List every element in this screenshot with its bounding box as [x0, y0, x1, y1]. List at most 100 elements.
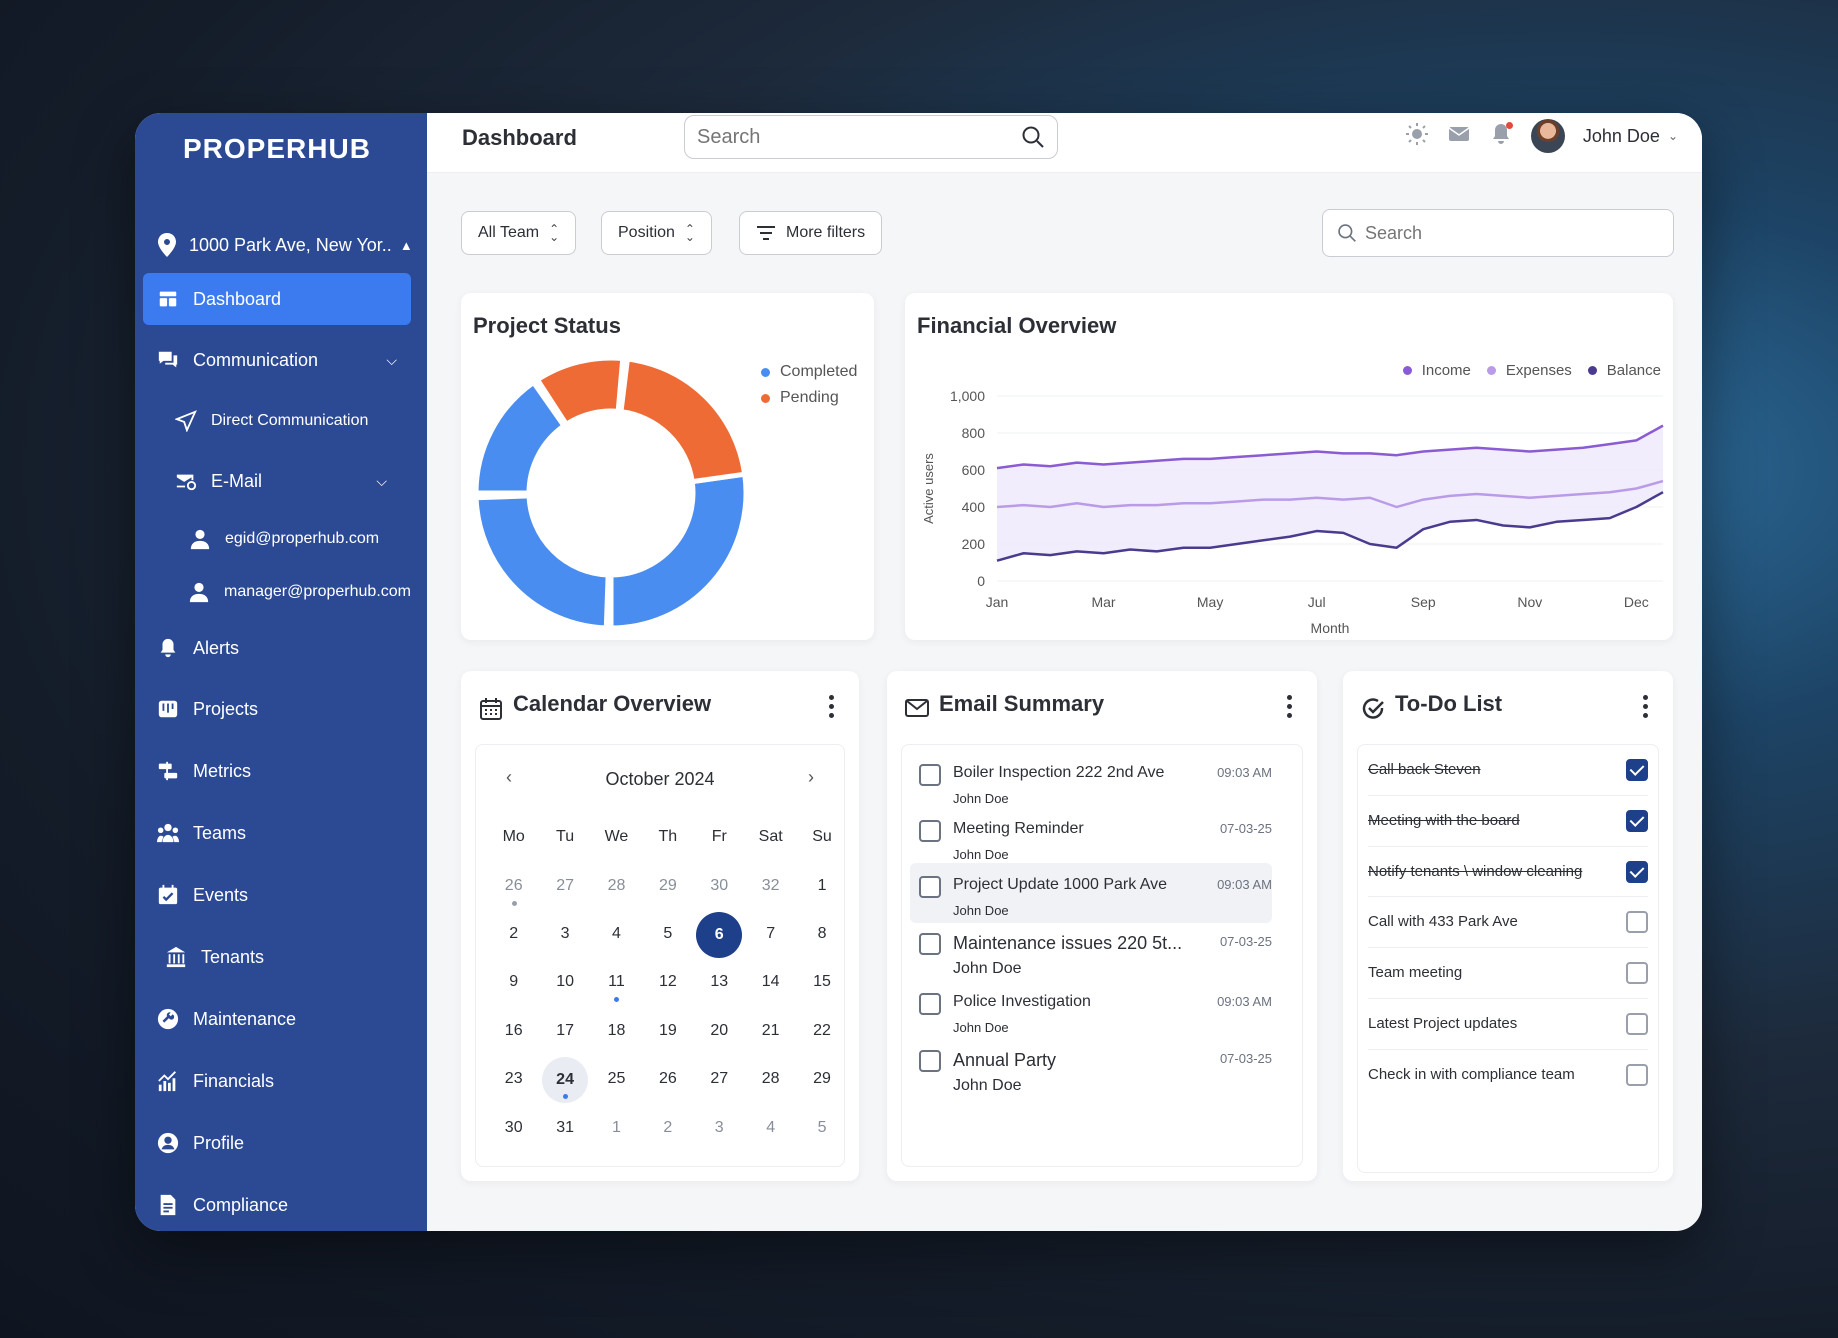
sidebar-item-mailbox-manager[interactable]: manager@properhub.com — [143, 566, 411, 618]
sidebar-item-projects[interactable]: Projects — [143, 683, 411, 735]
todo-checkbox[interactable] — [1626, 1013, 1648, 1035]
email-checkbox[interactable] — [919, 764, 941, 786]
calendar-day[interactable]: 28 — [591, 864, 642, 908]
calendar-day[interactable]: 12 — [642, 960, 693, 1004]
calendar-day[interactable]: 3 — [539, 912, 590, 956]
todo-checkbox[interactable] — [1626, 759, 1648, 781]
sidebar-item-email[interactable]: E-Mail ⌵ — [143, 455, 411, 507]
calendar-day[interactable]: 25 — [591, 1057, 642, 1101]
more-filters-button[interactable]: More filters — [739, 211, 883, 255]
sidebar-item-communication[interactable]: Communication ⌵ — [143, 334, 411, 386]
calendar-day[interactable]: 27 — [694, 1057, 745, 1101]
sidebar-item-tenants[interactable]: Tenants — [143, 931, 411, 983]
sun-icon[interactable] — [1405, 122, 1429, 151]
sidebar-item-maintenance[interactable]: Maintenance — [143, 993, 411, 1045]
email-list-item[interactable]: Annual Party John Doe 07-03-25 — [910, 1037, 1272, 1097]
location-selector[interactable]: 1000 Park Ave, New Yor.. ▲ — [157, 233, 413, 257]
calendar-day[interactable]: 17 — [539, 1009, 590, 1053]
calendar-day[interactable]: 5 — [796, 1106, 847, 1150]
email-list-item[interactable]: Project Update 1000 Park Ave John Doe 09:0… — [910, 863, 1272, 923]
todo-checkbox[interactable] — [1626, 962, 1648, 985]
email-checkbox[interactable] — [919, 993, 941, 1015]
todo-checkbox[interactable] — [1626, 809, 1648, 832]
search-icon[interactable] — [1021, 125, 1045, 149]
email-checkbox[interactable] — [919, 820, 941, 842]
calendar-day[interactable]: 7 — [745, 912, 796, 956]
calendar-day[interactable]: 13 — [694, 960, 745, 1004]
sidebar-item-dashboard[interactable]: Dashboard — [143, 273, 411, 325]
next-month-button[interactable]: › — [808, 767, 814, 788]
filter-search-input[interactable] — [1365, 222, 1659, 244]
user-name[interactable]: John Doe — [1583, 126, 1660, 147]
chevron-down-icon[interactable]: ⌄ — [1668, 129, 1678, 143]
calendar-day[interactable]: 24 — [539, 1057, 590, 1104]
filter-search[interactable] — [1322, 209, 1674, 257]
calendar-day[interactable]: 29 — [642, 864, 693, 908]
todo-checkbox[interactable] — [1626, 911, 1648, 934]
calendar-day[interactable]: 4 — [745, 1106, 796, 1150]
email-list-item[interactable]: Meeting Reminder John Doe 07-03-25 — [910, 807, 1272, 867]
calendar-day[interactable]: 19 — [642, 1009, 693, 1053]
calendar-day[interactable]: 1 — [591, 1106, 642, 1150]
calendar-day[interactable]: 4 — [591, 912, 642, 956]
sidebar-item-metrics[interactable]: Metrics — [143, 745, 411, 797]
calendar-day[interactable]: 18 — [591, 1009, 642, 1053]
email-list-item[interactable]: Maintenance issues 220 5t... John Doe 07-0… — [910, 920, 1272, 980]
calendar-day[interactable]: 3 — [694, 1106, 745, 1150]
calendar-day[interactable]: 9 — [488, 960, 539, 1004]
sidebar-item-teams[interactable]: Teams — [143, 807, 411, 859]
calendar-day[interactable]: 23 — [488, 1057, 539, 1101]
calendar-day[interactable]: 15 — [796, 960, 847, 1004]
email-list-item[interactable]: Police Investigation John Doe 09:03 AM — [910, 980, 1272, 1040]
todo-item[interactable]: Call with 433 Park Ave — [1368, 897, 1648, 949]
sidebar-item-mailbox-egid[interactable]: egid@properhub.com — [143, 513, 411, 565]
calendar-day[interactable]: 28 — [745, 1057, 796, 1101]
calendar-day[interactable]: 31 — [539, 1106, 590, 1150]
calendar-day[interactable]: 8 — [796, 912, 847, 956]
calendar-day[interactable]: 6 — [694, 911, 745, 958]
todo-item[interactable]: Notify tenants \ window cleaning — [1368, 847, 1648, 898]
todo-item[interactable]: Team meeting — [1368, 948, 1648, 999]
calendar-day[interactable]: 27 — [539, 864, 590, 908]
header-search[interactable] — [684, 115, 1058, 159]
calendar-day[interactable]: 30 — [694, 864, 745, 908]
todo-item[interactable]: Latest Project updates — [1368, 999, 1648, 1050]
calendar-day[interactable]: 11 — [591, 960, 642, 1004]
sidebar-item-financials[interactable]: Financials — [143, 1055, 411, 1107]
more-options-icon[interactable] — [1643, 695, 1649, 718]
position-filter[interactable]: Position ⌃ ⌄ — [601, 211, 712, 255]
calendar-day[interactable]: 2 — [642, 1106, 693, 1150]
todo-checkbox[interactable] — [1626, 860, 1648, 883]
mail-icon[interactable] — [1447, 122, 1471, 151]
calendar-day[interactable]: 2 — [488, 912, 539, 956]
email-checkbox[interactable] — [919, 876, 941, 898]
sidebar-item-profile[interactable]: Profile — [143, 1117, 411, 1169]
todo-checkbox[interactable] — [1626, 1063, 1648, 1086]
more-options-icon[interactable] — [1287, 695, 1293, 718]
todo-item[interactable]: Call back Steven — [1368, 745, 1648, 796]
sidebar-item-compliance[interactable]: Compliance — [143, 1179, 411, 1231]
todo-item[interactable]: Check in with compliance team — [1368, 1050, 1648, 1101]
sidebar-item-events[interactable]: Events — [143, 869, 411, 921]
calendar-day[interactable]: 5 — [642, 912, 693, 956]
calendar-day[interactable]: 21 — [745, 1009, 796, 1053]
avatar[interactable] — [1530, 119, 1565, 153]
calendar-day[interactable]: 29 — [796, 1057, 847, 1101]
calendar-day[interactable]: 30 — [488, 1106, 539, 1150]
header-search-input[interactable] — [697, 125, 1021, 149]
team-filter[interactable]: All Team ⌃ ⌄ — [461, 211, 577, 255]
calendar-day[interactable]: 26 — [642, 1057, 693, 1101]
calendar-day[interactable]: 1 — [796, 864, 847, 908]
calendar-day[interactable]: 32 — [745, 864, 796, 908]
more-options-icon[interactable] — [829, 695, 835, 718]
sidebar-item-alerts[interactable]: Alerts — [143, 622, 411, 674]
calendar-day[interactable]: 14 — [745, 960, 796, 1004]
calendar-day[interactable]: 20 — [694, 1009, 745, 1053]
calendar-day[interactable]: 22 — [796, 1009, 847, 1053]
sidebar-item-direct-communication[interactable]: Direct Communication — [143, 395, 411, 447]
email-checkbox[interactable] — [919, 933, 941, 955]
calendar-day[interactable]: 10 — [539, 960, 590, 1004]
todo-item[interactable]: Meeting with the board — [1368, 796, 1648, 847]
email-list-item[interactable]: Boiler Inspection 222 2nd Ave John Doe 09:… — [910, 751, 1272, 811]
calendar-day[interactable]: 16 — [488, 1009, 539, 1053]
